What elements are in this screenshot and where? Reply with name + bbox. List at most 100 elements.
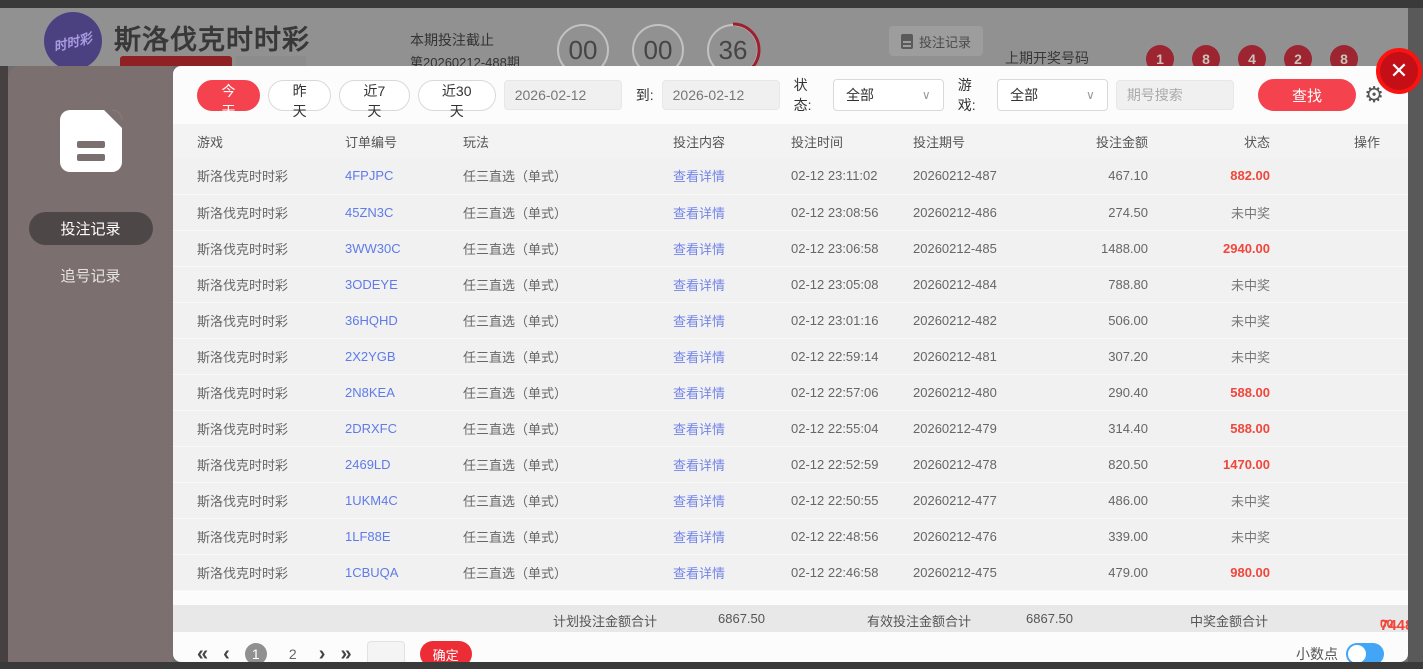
search-button[interactable]: 查找 xyxy=(1257,79,1357,111)
cell-orderid[interactable]: 3ODEYE xyxy=(345,266,463,303)
last-page-icon[interactable]: » xyxy=(340,644,351,662)
cell-op xyxy=(1270,374,1408,411)
gear-icon[interactable]: ⚙ xyxy=(1364,84,1384,106)
view-detail-link[interactable]: 查看详情 xyxy=(673,422,725,437)
prev-page-icon[interactable]: ‹ xyxy=(223,644,230,662)
cell-game: 斯洛伐克时时彩 xyxy=(173,302,345,339)
cell-status: 882.00 xyxy=(1148,158,1270,195)
cell-link: 查看详情 xyxy=(673,266,791,303)
cell-status: 980.00 xyxy=(1148,554,1270,591)
table-row: 斯洛伐克时时彩 45ZN3C 任三直选（单式） 查看详情 02-12 23:08:56 2… xyxy=(173,194,1408,231)
cell-orderid[interactable]: 2469LD xyxy=(345,446,463,483)
cell-orderid[interactable]: 3WW30C xyxy=(345,230,463,267)
view-detail-link[interactable]: 查看详情 xyxy=(673,566,725,581)
confirm-button[interactable]: 确定 xyxy=(419,641,472,662)
bet-record-button[interactable]: 投注记录 xyxy=(889,26,983,56)
cell-orderid[interactable]: 1CBUQA xyxy=(345,554,463,591)
right-strip xyxy=(1408,8,1423,662)
chevron-down-icon: ∨ xyxy=(921,88,931,102)
column-header-8: 操作 xyxy=(1270,124,1408,158)
cell-issue: 20260212-478 xyxy=(913,446,1063,483)
cell-orderid[interactable]: 2DRXFC xyxy=(345,410,463,447)
doc-fold xyxy=(103,110,122,128)
cell-orderid[interactable]: 4FPJPC xyxy=(345,158,463,195)
page-button-1[interactable]: 1 xyxy=(244,643,267,662)
view-detail-link[interactable]: 查看详情 xyxy=(673,314,725,329)
cell-play: 任三直选（单式） xyxy=(463,230,673,267)
page-jump-input[interactable] xyxy=(366,641,405,662)
close-icon[interactable]: ✕ xyxy=(1376,48,1422,94)
quick-filter-2[interactable]: 近7天 xyxy=(339,79,410,119)
cell-link: 查看详情 xyxy=(673,302,791,339)
valid-total-value: 6867.50 xyxy=(1026,610,1073,626)
view-detail-link[interactable]: 查看详情 xyxy=(673,386,725,401)
cell-amount: 820.50 xyxy=(1063,446,1148,483)
view-detail-link[interactable]: 查看详情 xyxy=(673,530,725,545)
quick-filter-0[interactable]: 今天 xyxy=(197,79,261,119)
view-detail-link[interactable]: 查看详情 xyxy=(673,458,725,473)
quick-filter-3[interactable]: 近30天 xyxy=(417,79,496,119)
last-draw-label: 上期开奖号码 xyxy=(1005,50,1089,66)
game-select-value: 全部 xyxy=(1010,87,1039,103)
cell-time: 02-12 23:05:08 xyxy=(791,266,913,303)
status-select[interactable]: 全部 ∨ xyxy=(833,79,944,111)
summary-bar: 计划投注金额合计 6867.50 有效投注金额合计 6867.50 中奖金额合计… xyxy=(173,604,1408,634)
left-strip xyxy=(0,66,8,662)
view-detail-link[interactable]: 查看详情 xyxy=(673,350,725,365)
backdrop-red-button[interactable] xyxy=(120,56,232,66)
game-select[interactable]: 全部 ∨ xyxy=(997,79,1108,111)
view-detail-link[interactable]: 查看详情 xyxy=(673,169,725,184)
bet-records-table: 游戏 订单编号 玩法 投注内容 投注时间 投注期号 投注金额 状态 操作 斯洛伐克时时彩 4FPJ… xyxy=(173,124,1408,591)
page-title: 斯洛伐克时时彩 xyxy=(114,25,310,55)
cell-issue: 20260212-484 xyxy=(913,266,1063,303)
cell-status: 未中奖 xyxy=(1148,482,1270,519)
cell-amount: 1488.00 xyxy=(1063,230,1148,267)
cell-time: 02-12 22:46:58 xyxy=(791,554,913,591)
quick-filter-1[interactable]: 昨天 xyxy=(268,79,332,119)
cell-orderid[interactable]: 2N8KEA xyxy=(345,374,463,411)
view-detail-link[interactable]: 查看详情 xyxy=(673,242,725,257)
page-button-2[interactable]: 2 xyxy=(282,643,304,662)
sidebar-item-chase-records[interactable]: 追号记录 xyxy=(29,259,153,292)
lottery-ball-4: 8 xyxy=(1330,45,1358,66)
cell-status: 588.00 xyxy=(1148,374,1270,411)
cell-orderid[interactable]: 1LF88E xyxy=(345,518,463,555)
cell-op xyxy=(1270,266,1408,303)
cell-issue: 20260212-482 xyxy=(913,302,1063,339)
countdown-hours: 00 xyxy=(557,24,609,66)
view-detail-link[interactable]: 查看详情 xyxy=(673,278,725,293)
cell-orderid[interactable]: 45ZN3C xyxy=(345,194,463,231)
decimal-toggle[interactable] xyxy=(1346,643,1384,662)
cell-issue: 20260212-485 xyxy=(913,230,1063,267)
date-from-input[interactable] xyxy=(503,80,622,110)
cell-status: 未中奖 xyxy=(1148,194,1270,231)
backdrop-gray-button[interactable] xyxy=(236,56,306,66)
next-page-icon[interactable]: › xyxy=(319,644,326,662)
issue-search-input[interactable] xyxy=(1115,80,1234,110)
cell-time: 02-12 23:08:56 xyxy=(791,194,913,231)
cell-play: 任三直选（单式） xyxy=(463,410,673,447)
cell-orderid[interactable]: 1UKM4C xyxy=(345,482,463,519)
record-document-icon xyxy=(59,110,122,172)
view-detail-link[interactable]: 查看详情 xyxy=(673,494,725,509)
view-detail-link[interactable]: 查看详情 xyxy=(673,206,725,221)
cell-orderid[interactable]: 2X2YGB xyxy=(345,338,463,375)
cell-time: 02-12 22:59:14 xyxy=(791,338,913,375)
column-header-4: 投注时间 xyxy=(791,124,913,158)
table-row: 斯洛伐克时时彩 3WW30C 任三直选（单式） 查看详情 02-12 23:06:58 2… xyxy=(173,230,1408,267)
cell-amount: 314.40 xyxy=(1063,410,1148,447)
cell-play: 任三直选（单式） xyxy=(463,518,673,555)
date-to-input[interactable] xyxy=(661,80,780,110)
doc-line xyxy=(76,154,105,161)
column-header-5: 投注期号 xyxy=(913,124,1063,158)
first-page-icon[interactable]: « xyxy=(197,644,208,662)
cell-time: 02-12 23:01:16 xyxy=(791,302,913,339)
sidebar-item-bet-records[interactable]: 投注记录 xyxy=(28,212,153,245)
cell-play: 任三直选（单式） xyxy=(463,266,673,303)
cell-play: 任三直选（单式） xyxy=(463,302,673,339)
cell-issue: 20260212-487 xyxy=(913,158,1063,195)
table-row: 斯洛伐克时时彩 2DRXFC 任三直选（单式） 查看详情 02-12 22:55:04 2… xyxy=(173,410,1408,447)
cell-orderid[interactable]: 36HQHD xyxy=(345,302,463,339)
bet-record-button-label: 投注记录 xyxy=(918,34,971,50)
cell-amount: 467.10 xyxy=(1063,158,1148,195)
